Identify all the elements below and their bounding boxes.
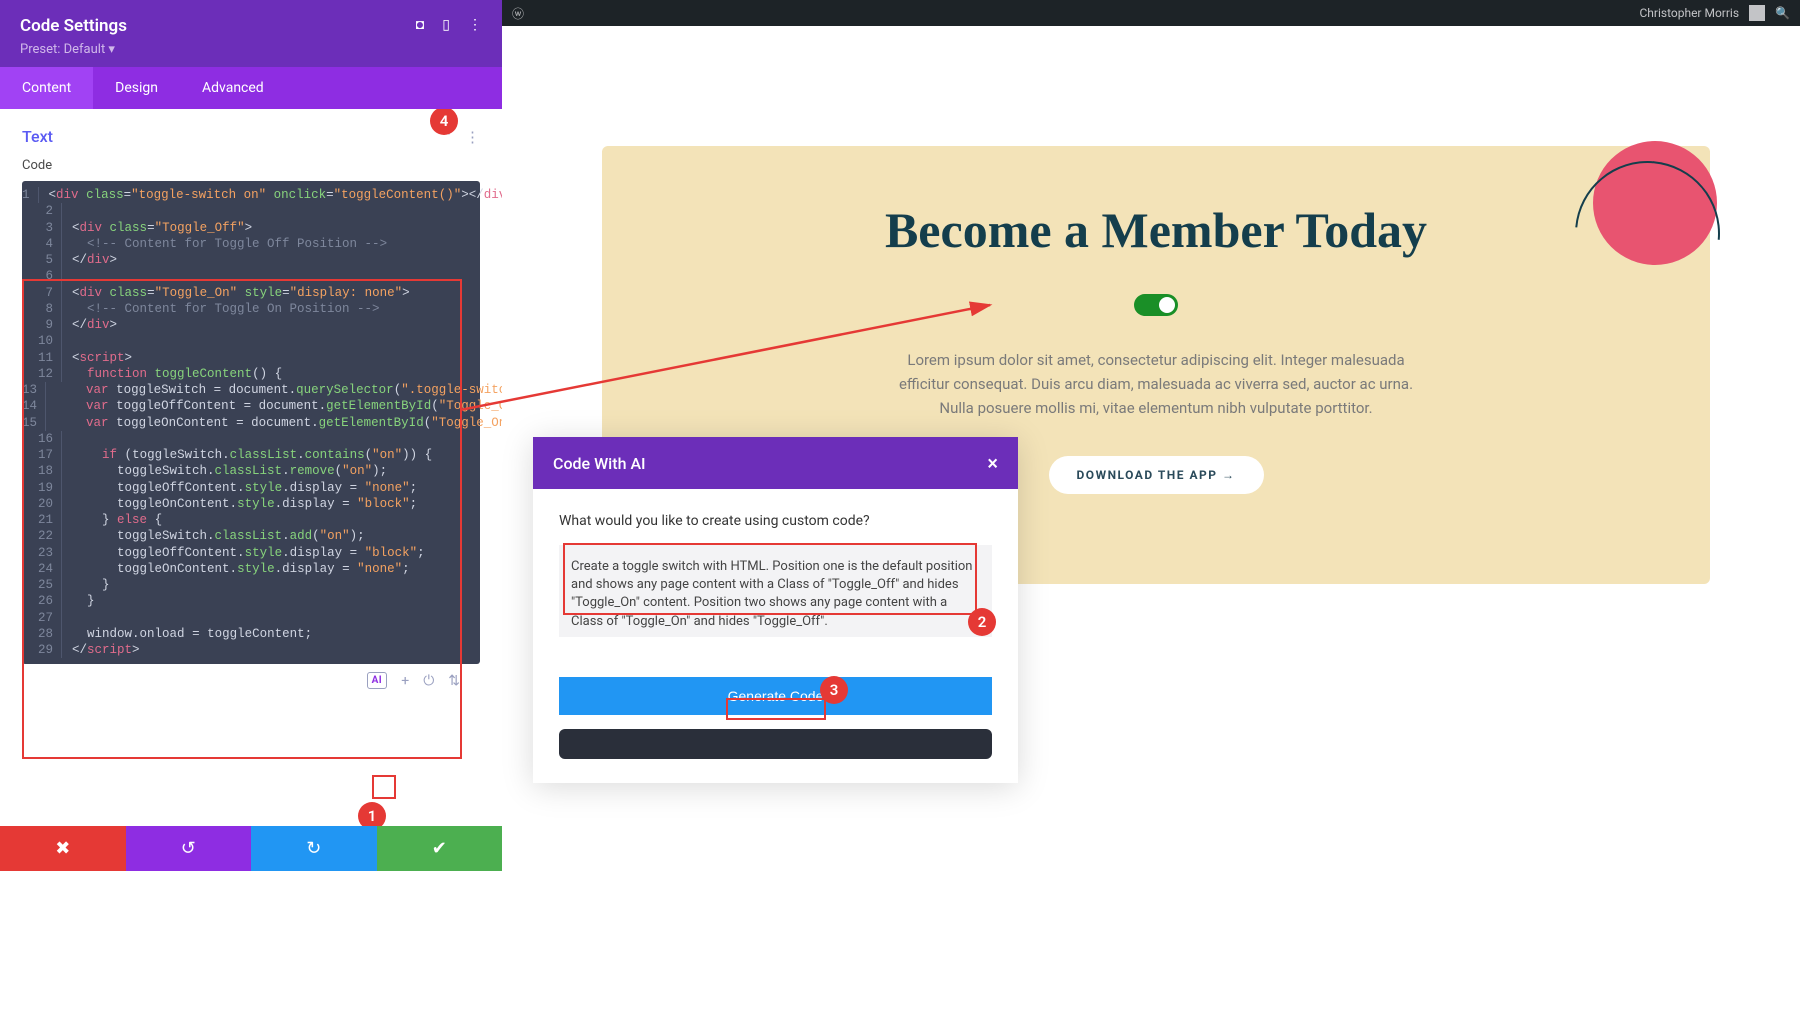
code-line[interactable]: 7<div class="Toggle_On" style="display: … [22,285,480,301]
plus-icon[interactable]: + [401,673,409,689]
tab-advanced[interactable]: Advanced [180,67,286,109]
code-output-preview [559,729,992,759]
code-line[interactable]: 11<script> [22,350,480,366]
annotation-badge-2: 2 [968,608,996,636]
code-line[interactable]: 20 toggleOnContent.style.display = "bloc… [22,496,480,512]
ai-prompt-input[interactable] [559,545,992,637]
code-line[interactable]: 26 } [22,593,480,609]
code-line[interactable]: 19 toggleOffContent.style.display = "non… [22,480,480,496]
toggle-knob [1159,297,1175,313]
section-title-text[interactable]: Text [22,127,53,146]
panel-actions: ✖ ↺ ↻ ✔ [0,826,502,871]
hero-paragraph: Lorem ipsum dolor sit amet, consectetur … [886,348,1426,420]
panel-body: Text ⌃ ⋮ Code 1<div class="toggle-switch… [0,109,502,826]
wp-admin-bar[interactable]: ⓦ Christopher Morris 🔍 [502,0,1800,26]
code-line[interactable]: 1<div class="toggle-switch on" onclick="… [22,187,480,203]
code-line[interactable]: 10 [22,333,480,349]
power-icon[interactable]: ⏻ [423,673,434,689]
preset-selector[interactable]: Preset: Default ▾ [20,42,127,57]
code-editor[interactable]: 1<div class="toggle-switch on" onclick="… [22,181,480,664]
code-line[interactable]: 17 if (toggleSwitch.classList.contains("… [22,447,480,463]
download-button[interactable]: DOWNLOAD THE APP → [1049,456,1264,494]
code-line[interactable]: 14 var toggleOffContent = document.getEl… [22,398,480,414]
avatar[interactable] [1749,5,1765,21]
settings-panel: Code Settings Preset: Default ▾ ◘ ▯ ⋮ Co… [0,0,502,871]
hero-title: Become a Member Today [662,201,1650,259]
sort-icon[interactable]: ⇅ [448,673,460,689]
code-line[interactable]: 24 toggleOnContent.style.display = "none… [22,561,480,577]
tab-content[interactable]: Content [0,67,93,109]
help-icon[interactable]: ◘ [416,16,424,33]
toggle-switch[interactable] [1134,294,1178,316]
ai-modal-header: Code With AI × [533,437,1018,489]
code-line[interactable]: 28 window.onload = toggleContent; [22,626,480,642]
code-line[interactable]: 3<div class="Toggle_Off"> [22,220,480,236]
code-line[interactable]: 12 function toggleContent() { [22,366,480,382]
save-button[interactable]: ✔ [377,826,503,871]
code-line[interactable]: 2 [22,203,480,219]
ai-modal: Code With AI × What would you like to cr… [533,437,1018,783]
code-line[interactable]: 23 toggleOffContent.style.display = "blo… [22,545,480,561]
code-line[interactable]: 21 } else { [22,512,480,528]
collapse-icon[interactable]: ▯ [442,17,450,33]
ai-icon[interactable]: AI [367,672,388,689]
code-line[interactable]: 22 toggleSwitch.classList.add("on"); [22,528,480,544]
code-line[interactable]: 18 toggleSwitch.classList.remove("on"); [22,463,480,479]
search-icon[interactable]: 🔍 [1775,6,1790,20]
annotation-badge-1: 1 [358,802,386,826]
wp-username[interactable]: Christopher Morris [1639,6,1739,20]
annotation-box-1 [372,775,396,799]
code-line[interactable]: 8 <!-- Content for Toggle On Position --… [22,301,480,317]
code-line[interactable]: 29</script> [22,642,480,658]
annotation-badge-3: 3 [820,676,848,704]
more-icon[interactable]: ⋮ [468,17,482,33]
panel-header: Code Settings Preset: Default ▾ ◘ ▯ ⋮ [0,0,502,67]
code-line[interactable]: 9</div> [22,317,480,333]
code-line[interactable]: 25 } [22,577,480,593]
code-line[interactable]: 5</div> [22,252,480,268]
ai-prompt-label: What would you like to create using cust… [559,513,992,529]
code-line[interactable]: 15 var toggleOnContent = document.getEle… [22,415,480,431]
redo-button[interactable]: ↻ [251,826,377,871]
decorative-arc [1545,131,1749,335]
panel-tabs: Content Design Advanced [0,67,502,109]
code-line[interactable]: 13 var toggleSwitch = document.querySele… [22,382,480,398]
code-line[interactable]: 16 [22,431,480,447]
code-line[interactable]: 6 [22,268,480,284]
code-field-label: Code [22,158,480,173]
tab-design[interactable]: Design [93,67,180,109]
cancel-button[interactable]: ✖ [0,826,126,871]
panel-title: Code Settings [20,16,127,36]
code-toolbar: AI + ⏻ ⇅ [22,664,480,701]
generate-code-button[interactable]: Generate Code [559,677,992,715]
close-icon[interactable]: × [987,451,998,475]
section-more-icon[interactable]: ⋮ [465,128,480,146]
wordpress-icon[interactable]: ⓦ [512,5,524,22]
ai-modal-title: Code With AI [553,454,646,473]
undo-button[interactable]: ↺ [126,826,252,871]
code-line[interactable]: 4 <!-- Content for Toggle Off Position -… [22,236,480,252]
code-line[interactable]: 27 [22,610,480,626]
